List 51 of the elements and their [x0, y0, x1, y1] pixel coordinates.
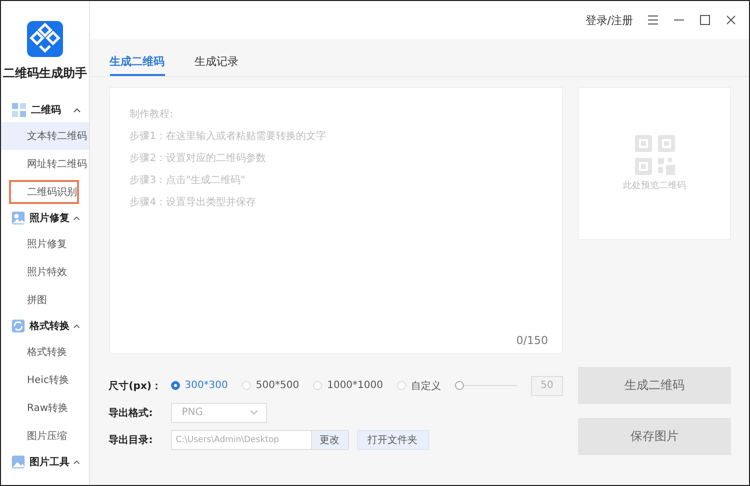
character-counter: 0/150 — [516, 334, 548, 347]
sidebar-group-header[interactable]: 照片修复 — [1, 206, 89, 230]
sidebar-item[interactable]: 拼图 — [1, 286, 89, 314]
login-link[interactable]: 登录/注册 — [585, 12, 633, 28]
sidebar-item[interactable]: 照片特效 — [1, 258, 89, 286]
open-folder-button[interactable]: 打开文件夹 — [356, 430, 429, 450]
size-radio[interactable]: 500*500 — [242, 380, 300, 391]
menu-button[interactable] — [647, 14, 659, 26]
sidebar-item[interactable]: 文本转二维码 — [1, 122, 89, 150]
group-icon — [11, 102, 27, 118]
sidebar-item[interactable]: 图片压缩 — [1, 422, 89, 450]
maximize-button[interactable] — [699, 14, 711, 26]
chevron-down-icon — [250, 410, 258, 415]
sidebar-group-header[interactable]: 二维码 — [1, 98, 89, 122]
menu-icon — [647, 14, 659, 26]
save-image-button[interactable]: 保存图片 — [578, 418, 731, 455]
sidebar-item[interactable]: 格式转换 — [1, 338, 89, 366]
sidebar-item[interactable]: 网址转二维码 — [1, 150, 89, 178]
sidebar-group-header[interactable]: 图片工具 — [1, 450, 89, 474]
app-logo-icon — [26, 21, 63, 57]
group-icon — [11, 318, 26, 334]
placeholder-line: 步骤2：设置对应的二维码参数 — [130, 152, 268, 166]
maximize-icon — [699, 14, 711, 26]
app-title: 二维码生成助手 — [2, 65, 87, 82]
group-icon — [11, 454, 26, 470]
slider-thumb[interactable] — [455, 381, 464, 390]
change-button[interactable]: 更改 — [310, 430, 349, 450]
close-icon — [725, 14, 737, 26]
qr-code-icon — [634, 135, 674, 175]
generate-button[interactable]: 生成二维码 — [578, 367, 731, 404]
placeholder-line: 步骤4：设置导出类型并保存 — [130, 196, 258, 210]
size-radio[interactable]: 1000*1000 — [313, 380, 383, 391]
text-input-area[interactable]: 制作教程: 步骤1：在这里输入或者粘贴需要转换的文字 步骤2：设置对应的二维码参数 步骤3：点击"生成二维码" 步骤4：设置导出类型并保存 0/150 — [108, 87, 563, 354]
directory-label: 导出目录: — [108, 434, 154, 446]
placeholder-line: 步骤1：在这里输入或者粘贴需要转换的文字 — [130, 130, 328, 144]
sidebar-item[interactable]: 照片修复 — [1, 230, 89, 258]
sidebar-group-header[interactable]: 格式转换 — [1, 314, 89, 338]
sidebar-item[interactable]: 二维码识别 — [9, 180, 79, 204]
group-icon — [11, 210, 26, 226]
preview-caption: 此处预览二维码 — [623, 180, 686, 192]
size-label: 尺寸(px)： — [108, 380, 162, 392]
size-radio[interactable]: 自定义 — [397, 378, 441, 392]
close-button[interactable] — [725, 14, 737, 26]
format-label: 导出格式: — [108, 406, 154, 420]
sidebar-item[interactable]: Heic转换 — [1, 366, 89, 394]
sidebar-item[interactable]: Raw转换 — [1, 394, 89, 422]
tab[interactable]: 生成二维码 — [110, 54, 165, 76]
placeholder-line: 制作教程: — [130, 108, 174, 122]
size-radio[interactable]: 300*300 — [170, 380, 228, 391]
placeholder-line: 步骤3：点击"生成二维码" — [130, 174, 246, 188]
tab[interactable]: 生成记录 — [194, 54, 239, 76]
